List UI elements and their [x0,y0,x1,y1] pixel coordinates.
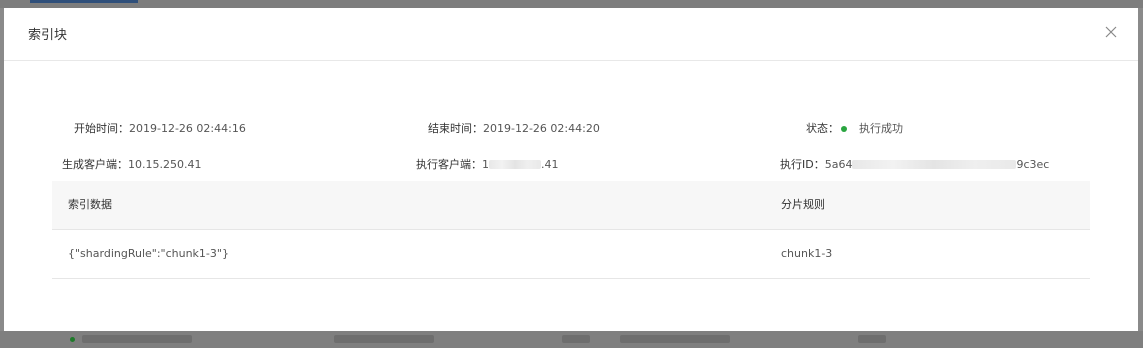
gen-client-label: 生成客户端： [62,158,128,171]
exec-id-field: 执行ID：5a64 9c3ec [780,156,1049,172]
redacted-mask [852,159,1017,169]
backdrop-text-ghost [858,335,886,343]
close-icon [1105,26,1117,38]
exec-client-label: 执行客户端： [416,158,482,171]
status-field: 状态： 执行成功 [806,120,903,136]
backdrop-status-dot [70,337,75,342]
exec-id-value-prefix: 5a64 [824,158,853,171]
column-header-index-data: 索引数据 [68,198,112,211]
backdrop-active-tab-indicator [30,0,138,3]
exec-id-value-suffix: 9c3ec [1016,158,1050,171]
status-success-dot [841,125,847,132]
end-time-field: 结束时间：2019-12-26 02:44:20 [428,120,600,136]
index-block-modal: 索引块 开始时间：2019-12-26 02:44:16 结束时间：2019-1… [4,8,1138,331]
backdrop-text-ghost [82,335,192,343]
exec-id-label: 执行ID： [780,158,825,171]
end-time-label: 结束时间： [428,122,483,135]
table-row: {"shardingRule":"chunk1-3"} chunk1-3 [52,230,1090,279]
column-header-sharding-rule: 分片规则 [781,198,825,211]
index-data-table: 索引数据 分片规则 {"shardingRule":"chunk1-3"} ch… [52,181,1090,279]
redacted-mask [489,159,541,169]
exec-client-value-suffix: .41 [541,158,559,171]
start-time-field: 开始时间：2019-12-26 02:44:16 [74,120,246,136]
modal-header: 索引块 [4,8,1138,61]
table-header: 索引数据 分片规则 [52,181,1090,230]
status-label: 状态： [806,122,839,135]
backdrop-text-ghost [620,335,730,343]
modal-title: 索引块 [28,28,68,43]
status-value: 执行成功 [859,122,903,135]
close-button[interactable] [1102,23,1120,41]
backdrop-text-ghost [562,335,590,343]
backdrop-bottom-strip [0,331,1143,348]
start-time-label: 开始时间： [74,122,129,135]
start-time-value: 2019-12-26 02:44:16 [129,122,246,135]
cell-sharding-rule: chunk1-3 [781,247,833,260]
backdrop-text-ghost [334,335,434,343]
gen-client-field: 生成客户端：10.15.250.41 [62,156,201,172]
end-time-value: 2019-12-26 02:44:20 [483,122,600,135]
gen-client-value: 10.15.250.41 [128,158,202,171]
exec-client-field: 执行客户端：1 .41 [416,156,559,172]
backdrop-top-bar [0,0,1143,8]
cell-index-data: {"shardingRule":"chunk1-3"} [68,247,229,260]
exec-client-value-prefix: 1 [482,158,489,171]
